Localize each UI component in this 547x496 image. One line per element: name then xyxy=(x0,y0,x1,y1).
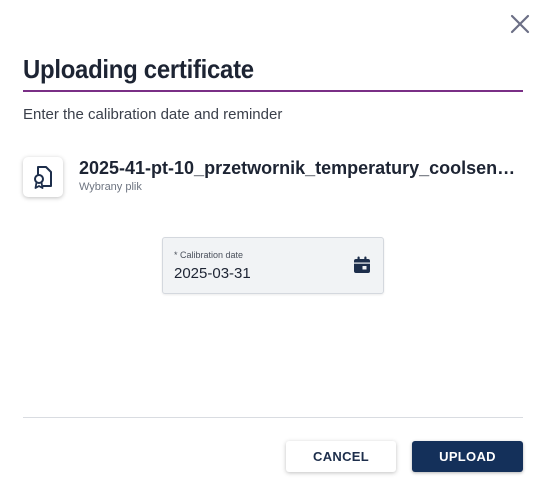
calibration-date-label: * Calibration date xyxy=(174,250,244,260)
close-icon xyxy=(510,14,530,34)
selected-file: 2025-41-pt-10_przetwornik_temperatury_co… xyxy=(23,157,523,199)
close-button[interactable] xyxy=(508,12,532,36)
calibration-date-value[interactable]: 2025-03-31 xyxy=(174,265,251,282)
upload-button[interactable]: UPLOAD xyxy=(412,441,523,472)
cancel-button[interactable]: CANCEL xyxy=(286,441,396,472)
calendar-icon[interactable] xyxy=(352,255,372,275)
certificate-file-icon xyxy=(23,157,63,197)
dialog-subtitle: Enter the calibration date and reminder xyxy=(23,106,283,123)
file-name: 2025-41-pt-10_przetwornik_temperatury_co… xyxy=(79,158,519,178)
calibration-date-field[interactable]: * Calibration date 2025-03-31 xyxy=(162,237,384,294)
file-caption: Wybrany plik xyxy=(79,181,142,193)
title-divider xyxy=(23,90,523,92)
dialog-title: Uploading certificate xyxy=(23,54,254,84)
footer-divider xyxy=(23,417,523,418)
